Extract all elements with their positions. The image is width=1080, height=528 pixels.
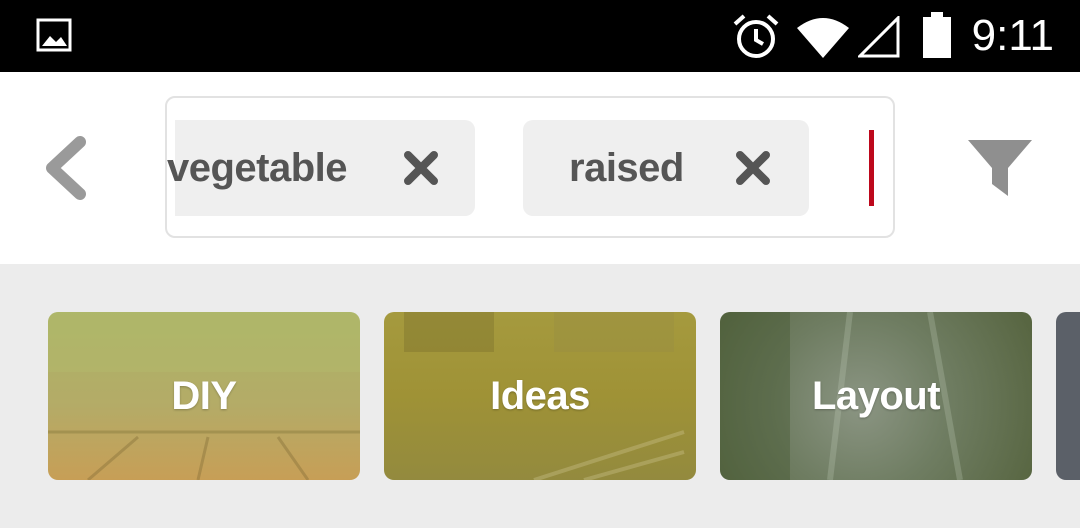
search-chip[interactable]: vegetable <box>167 120 475 216</box>
guide-tile-ideas[interactable]: Ideas <box>384 312 696 480</box>
wifi-icon <box>797 18 849 58</box>
clock-time: 9:11 <box>971 11 1054 60</box>
search-header: vegetable raised <box>0 72 1080 264</box>
search-input[interactable]: vegetable raised <box>165 96 895 238</box>
status-bar: 9:11 <box>0 0 1080 72</box>
guide-tile-label: Layout <box>811 373 941 418</box>
search-chip[interactable]: raised <box>523 120 809 216</box>
guide-tile-diy[interactable]: DIY <box>48 312 360 480</box>
signal-icon <box>858 16 900 58</box>
close-icon[interactable] <box>735 150 771 186</box>
guide-tile-label: Ideas <box>490 373 590 418</box>
close-icon[interactable] <box>403 150 439 186</box>
battery-icon <box>923 12 951 58</box>
text-cursor <box>869 130 874 206</box>
search-chip-label: vegetable <box>167 145 348 190</box>
guide-tile-partial[interactable] <box>1056 312 1080 480</box>
back-chevron-icon[interactable] <box>40 136 92 200</box>
search-chip-label: raised <box>569 145 684 190</box>
filter-icon[interactable] <box>966 138 1034 198</box>
image-icon <box>36 18 72 52</box>
guide-tile-layout[interactable]: Layout <box>720 312 1032 480</box>
guide-tile-label: DIY <box>171 373 237 418</box>
alarm-icon <box>733 14 779 58</box>
